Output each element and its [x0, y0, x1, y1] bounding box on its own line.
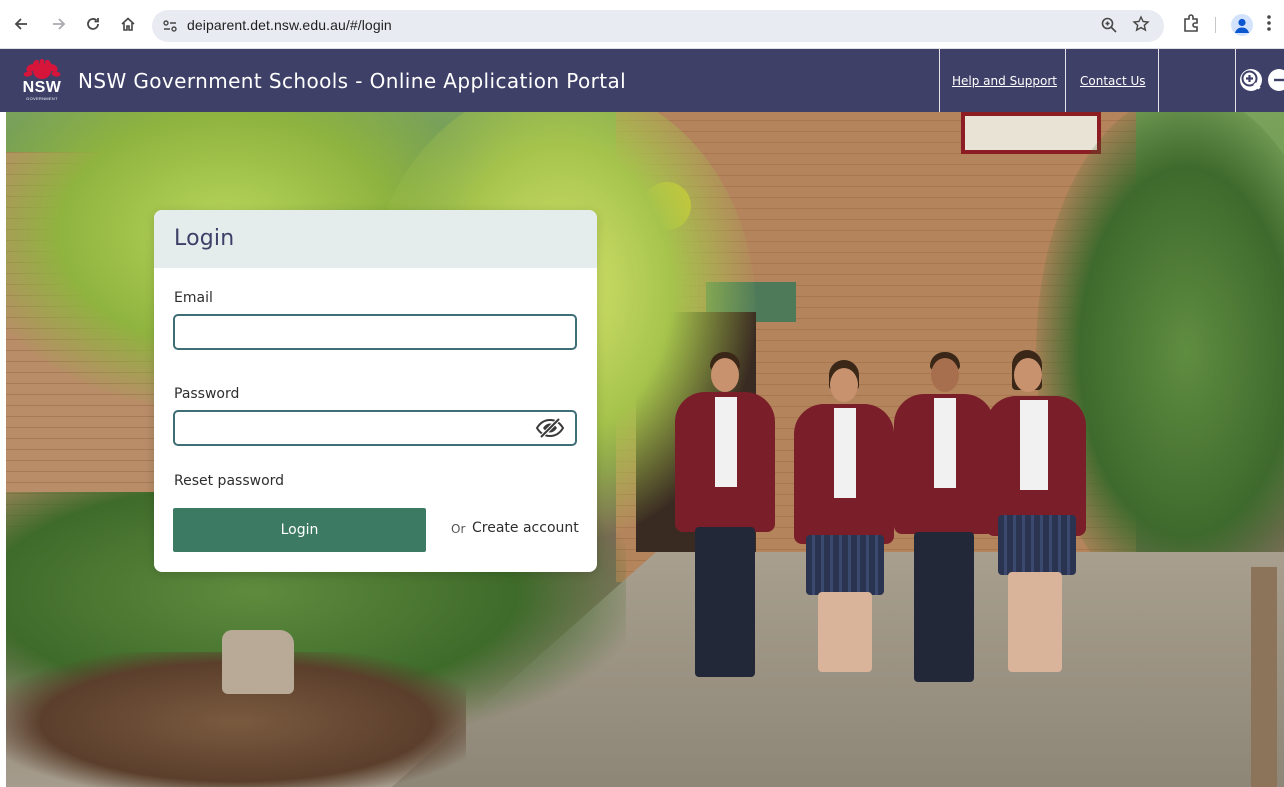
- profile-icon[interactable]: [1231, 14, 1253, 36]
- student-figure: [794, 360, 894, 690]
- student-figure: [670, 352, 780, 682]
- toolbar-divider: [1215, 17, 1216, 33]
- help-support-link[interactable]: Help and Support: [952, 74, 1057, 88]
- header-divider: [1158, 49, 1159, 112]
- or-text: Or: [451, 522, 466, 536]
- reset-password-link[interactable]: Reset password: [174, 473, 284, 489]
- email-label: Email: [174, 290, 213, 306]
- login-button[interactable]: Login: [173, 508, 426, 552]
- rock: [222, 630, 294, 694]
- create-account-link[interactable]: Create account: [472, 520, 579, 536]
- bookmark-star-icon[interactable]: [1132, 15, 1150, 38]
- email-field[interactable]: [173, 314, 577, 350]
- browser-toolbar: deiparent.det.nsw.edu.au/#/login: [0, 0, 1284, 49]
- zoom-out-icon[interactable]: [1268, 69, 1284, 91]
- site-info-icon[interactable]: [162, 18, 178, 34]
- student-figure: [986, 350, 1086, 690]
- forward-arrow-icon[interactable]: [48, 13, 70, 35]
- extensions-icon[interactable]: [1181, 13, 1203, 35]
- reload-icon[interactable]: [82, 13, 104, 35]
- header-divider: [1235, 49, 1236, 112]
- site-header: NSW GOVERNMENT NSW Government Schools - …: [0, 49, 1284, 112]
- nsw-logo[interactable]: NSW GOVERNMENT: [20, 59, 64, 103]
- back-arrow-icon[interactable]: [10, 13, 32, 35]
- header-divider: [1065, 49, 1066, 112]
- url-text[interactable]: deiparent.det.nsw.edu.au/#/login: [187, 17, 392, 33]
- address-bar[interactable]: deiparent.det.nsw.edu.au/#/login: [152, 10, 1164, 42]
- login-card-header: Login: [154, 210, 597, 268]
- login-card: Login Email Password Reset password Logi…: [154, 210, 597, 572]
- zoom-in-icon[interactable]: [1240, 69, 1262, 91]
- waratah-icon: [23, 59, 61, 79]
- home-icon[interactable]: [117, 13, 139, 35]
- logo-subtext: GOVERNMENT: [26, 96, 58, 101]
- menu-icon[interactable]: [1266, 13, 1272, 38]
- logo-text: NSW: [22, 79, 62, 96]
- header-divider: [939, 49, 940, 112]
- portal-title: NSW Government Schools - Online Applicat…: [78, 69, 627, 93]
- show-password-icon[interactable]: [535, 417, 565, 439]
- contact-us-link[interactable]: Contact Us: [1080, 74, 1146, 88]
- password-label: Password: [174, 386, 240, 402]
- password-field[interactable]: [173, 410, 577, 446]
- wooden-post: [1251, 567, 1277, 787]
- zoom-icon[interactable]: [1100, 16, 1118, 39]
- student-figure: [894, 352, 994, 682]
- login-title: Login: [174, 226, 235, 251]
- building-window: [961, 112, 1101, 154]
